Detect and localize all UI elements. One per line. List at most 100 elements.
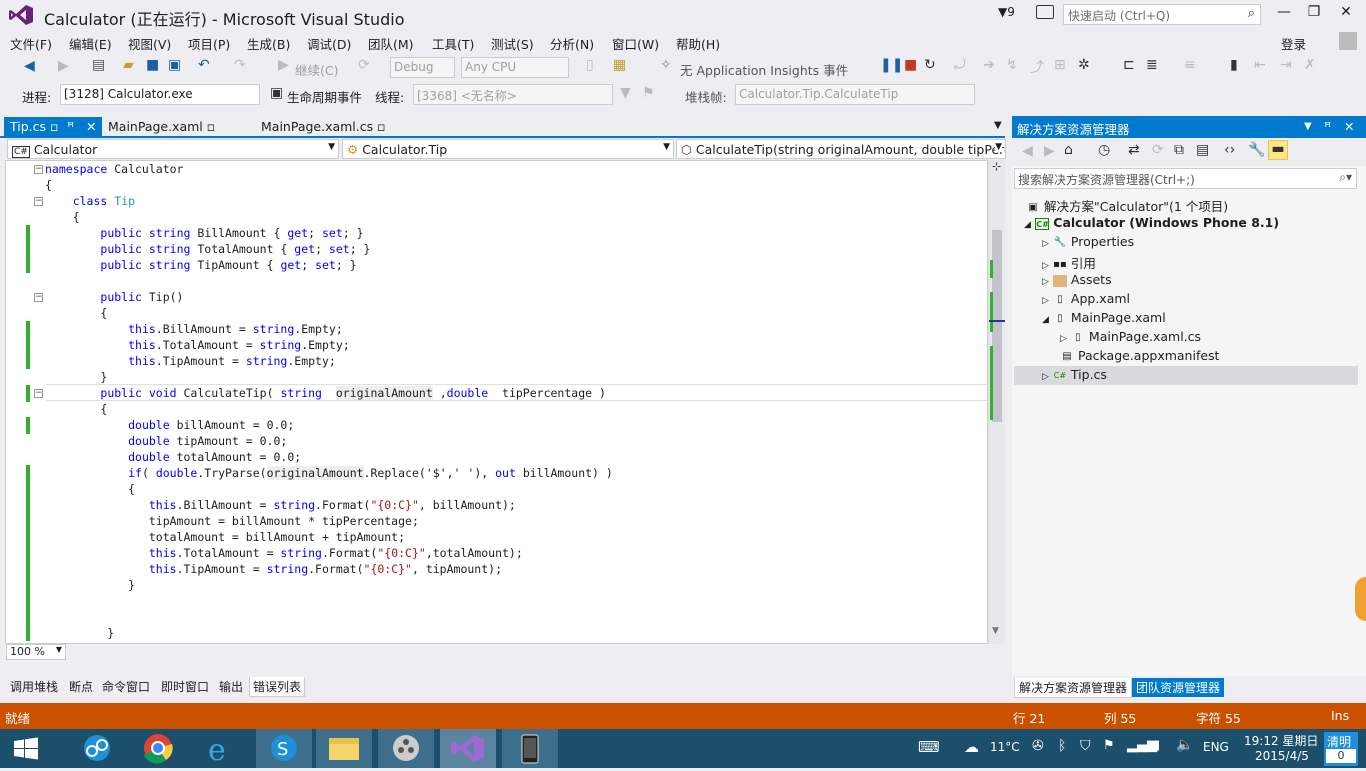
platform-select[interactable]: Any CPU bbox=[461, 57, 569, 78]
clock-date[interactable]: 2015/4/5 bbox=[1255, 749, 1309, 763]
menu-file[interactable]: 文件(F) bbox=[10, 34, 52, 53]
redo-icon[interactable]: ↷ bbox=[234, 57, 246, 73]
tab-tip-cs[interactable]: Tip.cs ▫ ꟸ ✕ bbox=[4, 117, 102, 137]
menu-tools[interactable]: 工具(T) bbox=[432, 34, 474, 53]
maximize-button[interactable]: ❐ bbox=[1302, 4, 1326, 24]
tree-solution[interactable]: ▣ 解决方案"Calculator"(1 个项目) bbox=[1026, 196, 1228, 215]
menu-analyze[interactable]: 分析(N) bbox=[550, 34, 594, 53]
editor-horizontal-scrollbar[interactable] bbox=[5, 644, 1005, 660]
code-line[interactable]: public string BillAmount { get; set; } bbox=[45, 225, 613, 241]
split-icon[interactable]: ⊹ bbox=[992, 160, 1001, 173]
lifecycle-events-button[interactable]: 生命周期事件 bbox=[287, 87, 362, 106]
code-line[interactable]: this.TotalAmount = string.Format("{0:C}"… bbox=[45, 545, 613, 561]
process-select[interactable]: [3128] Calculator.exe bbox=[60, 84, 260, 105]
zoom-select[interactable]: 100 % ▼ bbox=[6, 644, 66, 660]
code-line[interactable]: totalAmount = billAmount + tipAmount; bbox=[45, 529, 613, 545]
shield-icon[interactable]: ⛉ bbox=[1080, 738, 1091, 754]
hex-icon[interactable]: ⊞ bbox=[1054, 57, 1066, 73]
media-tray-icon[interactable]: ✇ bbox=[1032, 738, 1044, 754]
menu-build[interactable]: 生成(B) bbox=[247, 34, 290, 53]
show-all-files-icon[interactable]: ▤ bbox=[1196, 142, 1209, 158]
bluetooth-icon[interactable]: ᛒ bbox=[1058, 738, 1066, 754]
code-text[interactable]: namespace Calculator{ class Tip { public… bbox=[45, 161, 613, 641]
insights-icon[interactable]: ✧ bbox=[660, 57, 672, 73]
tab-output[interactable]: 输出 bbox=[216, 677, 246, 696]
taskbar-app-s[interactable]: S bbox=[256, 729, 312, 768]
code-line[interactable]: { bbox=[45, 177, 613, 193]
collapsed-icon[interactable]: ▷ bbox=[1042, 372, 1049, 382]
forward-icon[interactable]: ▶ bbox=[1044, 143, 1055, 159]
code-line[interactable]: this.BillAmount = string.Format("{0:C}",… bbox=[45, 497, 613, 513]
tree-item-properties[interactable]: ▷ 🔧 Properties bbox=[1042, 234, 1134, 253]
avatar[interactable] bbox=[1339, 32, 1357, 50]
volume-icon[interactable]: 🔈 bbox=[1176, 737, 1193, 753]
list-icon[interactable]: ≣ bbox=[1146, 57, 1158, 73]
stack-frame-select[interactable]: Calculator.Tip.CalculateTip bbox=[735, 84, 975, 105]
code-line[interactable]: if( double.TryParse(originalAmount.Repla… bbox=[45, 465, 613, 481]
project-select[interactable]: C# Calculator ▼ bbox=[7, 139, 339, 159]
refresh-icon[interactable]: ⟳ bbox=[1152, 142, 1164, 158]
code-line[interactable]: double totalAmount = 0.0; bbox=[45, 449, 613, 465]
flag-icon[interactable]: ⚑ bbox=[642, 85, 655, 101]
start-button[interactable] bbox=[0, 729, 56, 768]
sign-in-link[interactable]: 登录 bbox=[1281, 34, 1306, 53]
code-line[interactable]: double billAmount = 0.0; bbox=[45, 417, 613, 433]
menu-test[interactable]: 测试(S) bbox=[491, 34, 534, 53]
code-line[interactable]: { bbox=[45, 209, 613, 225]
preview-selected-icon[interactable]: ▬ bbox=[1268, 140, 1288, 160]
notification-badge[interactable]: 清明 0 bbox=[1324, 732, 1358, 766]
fold-toggle[interactable]: − bbox=[34, 165, 43, 174]
code-line[interactable]: public string TipAmount { get; set; } bbox=[45, 257, 613, 273]
pin-icon[interactable]: ▫ bbox=[50, 119, 58, 134]
code-line[interactable]: public string TotalAmount { get; set; } bbox=[45, 241, 613, 257]
undo-icon[interactable]: ↶ bbox=[198, 57, 210, 73]
notification-flag[interactable]: ▼9 bbox=[998, 5, 1015, 19]
properties-icon[interactable]: 🔧 bbox=[1248, 142, 1265, 158]
refresh-icon[interactable]: ⟳ bbox=[358, 57, 370, 73]
close-button[interactable]: ✕ bbox=[1334, 4, 1358, 24]
minimize-button[interactable]: — bbox=[1272, 4, 1296, 24]
code-line[interactable]: namespace Calculator bbox=[45, 161, 613, 177]
code-line[interactable]: } bbox=[45, 369, 613, 385]
clear-bookmark-icon[interactable]: ✗ bbox=[1304, 57, 1316, 73]
close-icon[interactable]: ✕ bbox=[1344, 119, 1354, 134]
code-line[interactable]: public void CalculateTip( string origina… bbox=[45, 385, 613, 401]
pin-tab-icon[interactable]: ꟸ bbox=[67, 119, 74, 134]
new-project-icon[interactable]: ▤ bbox=[92, 57, 105, 73]
code-line[interactable]: { bbox=[45, 481, 613, 497]
flag-icon[interactable]: ⚑ bbox=[1103, 738, 1115, 753]
code-line[interactable]: { bbox=[45, 401, 613, 417]
back-icon[interactable]: ◀ bbox=[1022, 143, 1033, 159]
pin-icon[interactable]: ꟸ bbox=[1324, 119, 1331, 134]
thread-select[interactable]: [3368] <无名称> bbox=[413, 84, 613, 105]
menu-window[interactable]: 窗口(W) bbox=[612, 34, 659, 53]
code-line[interactable]: public Tip() bbox=[45, 289, 613, 305]
pause-icon[interactable]: ❚❚ bbox=[880, 57, 903, 73]
type-select[interactable]: ⚙ Calculator.Tip ▼ bbox=[342, 139, 674, 159]
taskbar-app-network[interactable] bbox=[70, 729, 126, 768]
editor-vertical-scrollbar[interactable]: ⊹ ▼ bbox=[988, 160, 1005, 644]
quick-launch-input[interactable]: 快速启动 (Ctrl+Q) ⌕ bbox=[1063, 4, 1261, 25]
taskbar-ie[interactable]: e bbox=[194, 729, 250, 768]
tab-call-stack[interactable]: 调用堆栈 bbox=[7, 677, 61, 696]
step-out-icon[interactable]: ⤴ bbox=[1030, 57, 1044, 77]
tab-immediate-window[interactable]: 即时窗口 bbox=[158, 677, 212, 696]
collapsed-icon[interactable]: ▷ bbox=[1060, 334, 1067, 344]
save-icon[interactable]: ■ bbox=[146, 57, 159, 73]
step-icon[interactable]: ⤾ bbox=[954, 57, 966, 73]
keyboard-icon[interactable]: ⌨ bbox=[918, 738, 940, 756]
insights-events-button[interactable]: 无 Application Insights 事件 bbox=[680, 60, 848, 79]
tab-breakpoints[interactable]: 断点 bbox=[66, 677, 96, 696]
code-line[interactable]: this.TotalAmount = string.Empty; bbox=[45, 337, 613, 353]
collapsed-icon[interactable]: ▷ bbox=[1042, 277, 1049, 287]
code-line[interactable] bbox=[45, 609, 613, 625]
view-code-icon[interactable]: ‹› bbox=[1224, 142, 1235, 158]
taskbar-phone-emulator[interactable] bbox=[502, 729, 558, 768]
menu-view[interactable]: 视图(V) bbox=[128, 34, 171, 53]
code-line[interactable]: tipAmount = billAmount * tipPercentage; bbox=[45, 513, 613, 529]
open-file-icon[interactable]: ▰ bbox=[123, 57, 134, 73]
member-select[interactable]: ⬡ CalculateTip(string originalAmount, do… bbox=[676, 139, 1006, 159]
feedback-icon[interactable] bbox=[1036, 5, 1054, 19]
taskbar-chrome[interactable] bbox=[130, 729, 186, 768]
scrollbar-thumb[interactable] bbox=[992, 230, 1002, 422]
